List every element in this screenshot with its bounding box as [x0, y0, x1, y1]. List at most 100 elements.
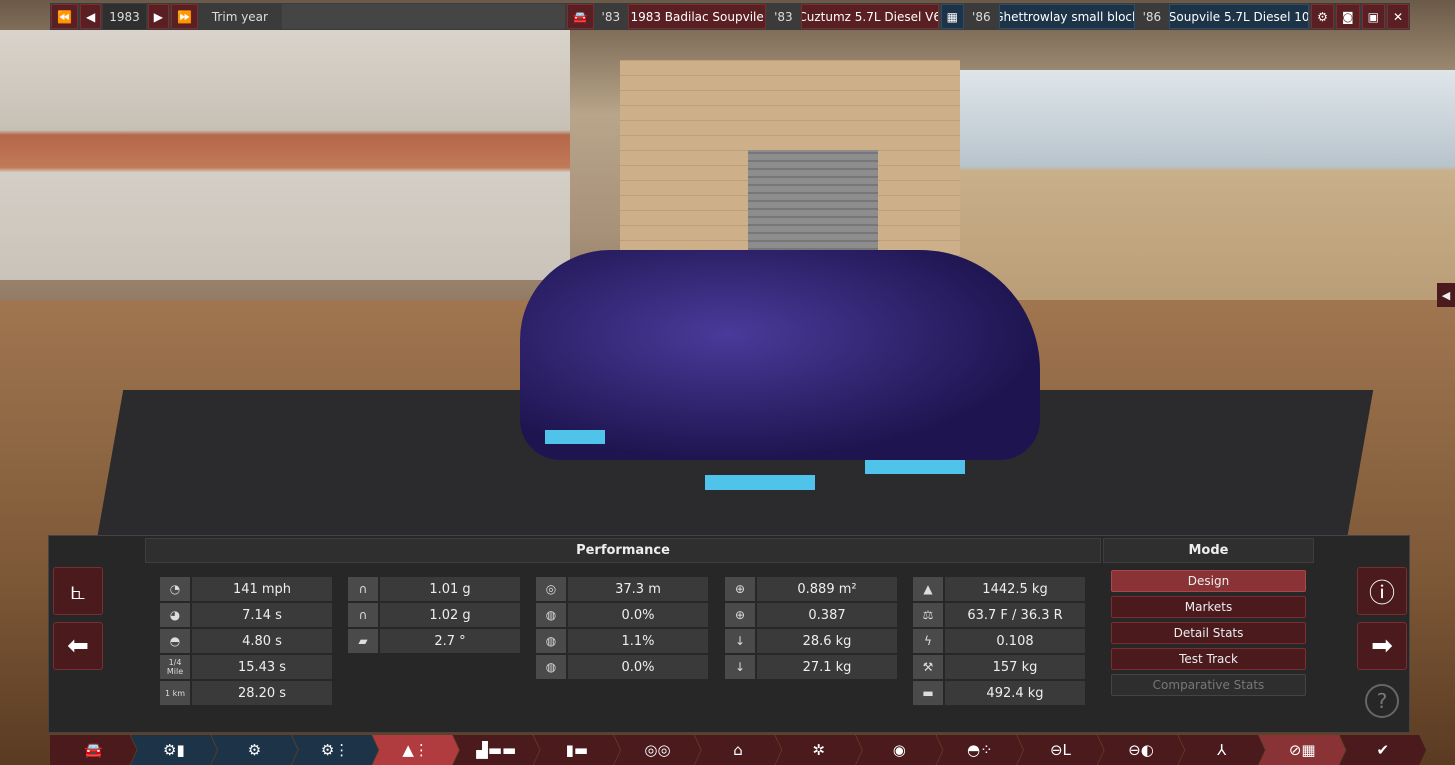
stat-row: ϟ 0.108	[913, 629, 1085, 653]
brake-fade-track-icon: ◍	[536, 629, 566, 653]
model-button[interactable]: 1983 Badilac Soupvile	[628, 4, 767, 29]
cornering-low-icon: ∩	[348, 577, 378, 601]
car-body-icon[interactable]: 🚘	[50, 735, 137, 765]
stat-row: ∩ 1.02 g	[348, 603, 520, 627]
car-model[interactable]	[520, 250, 1040, 460]
stat-value: 1.1%	[568, 629, 708, 653]
test-track-icon[interactable]: ⊘▦	[1258, 735, 1346, 765]
towing-icon: ▬	[913, 681, 943, 705]
payload-icon: ⚒	[913, 655, 943, 679]
body-roll-icon: ▰	[348, 629, 378, 653]
performance-header: Performance	[145, 538, 1101, 563]
stat-value: 0.0%	[568, 603, 708, 627]
stat-row: ⚒ 157 kg	[913, 655, 1085, 679]
brake-fade-steering-icon: ◍	[536, 603, 566, 627]
accel-0-60-icon: ◓	[160, 629, 190, 653]
drivetrain-icon[interactable]: ▮▬	[533, 735, 621, 765]
warning-icon[interactable]: ⓘ	[1357, 567, 1407, 615]
stat-value: 0.108	[945, 629, 1085, 653]
engine-tune-icon[interactable]: ⚙⋮	[291, 735, 379, 765]
stat-value: 1442.5 kg	[945, 577, 1085, 601]
save-icon[interactable]: ▣	[1361, 4, 1385, 29]
prev-year-button[interactable]: ◀	[79, 4, 102, 29]
front-downforce-icon: ↓	[725, 629, 755, 653]
stat-row: ⊕ 0.387	[725, 603, 897, 627]
finish-icon[interactable]: ✔	[1339, 735, 1427, 765]
family-year: '86	[966, 4, 997, 29]
stat-row: ◎ 37.3 m	[536, 577, 708, 601]
cornering-high-icon: ∩	[348, 603, 378, 627]
stat-row: 1 km 28.20 s	[160, 681, 332, 705]
first-year-button[interactable]: ⏪	[51, 4, 78, 29]
stat-row: ◍ 1.1%	[536, 629, 708, 653]
stat-row: ◓ 4.80 s	[160, 629, 332, 653]
mode-detail-stats-button[interactable]: Detail Stats	[1111, 622, 1306, 644]
weight-distribution-icon: ⚖	[913, 603, 943, 627]
stat-value: 28.20 s	[192, 681, 332, 705]
stat-row: ▬ 492.4 kg	[913, 681, 1085, 705]
aero-icon[interactable]: ◓⁘	[936, 735, 1024, 765]
mode-test-track-button[interactable]: Test Track	[1111, 648, 1306, 670]
mode-comparative-stats-button[interactable]: Comparative Stats	[1111, 674, 1306, 696]
design-stage-toolbar: 🚘 ⚙▮ ⚙ ⚙⋮ ▲⋮ ▟▬▬ ▮▬ ◎◎ ⌂ ✲ ◉ ◓⁘ ⊖L ⊖◐ ⅄ ⊘▦ ✔	[50, 735, 1427, 765]
fuel-icon[interactable]: ⅄	[1178, 735, 1265, 765]
car-engine-select-icon[interactable]: ▲⋮	[372, 735, 459, 765]
safety-icon[interactable]: ⊖◐	[1097, 735, 1185, 765]
engine-family-button[interactable]: Ghettrowlay small block	[998, 4, 1135, 29]
braking-distance-icon: ◎	[536, 577, 566, 601]
brake-fade-tow-icon: ◍	[536, 655, 566, 679]
graph-axes-icon[interactable]: ⦜	[53, 567, 103, 615]
stat-row: ◍ 0.0%	[536, 603, 708, 627]
car-lift	[545, 430, 965, 490]
camera-icon[interactable]: ◙	[1335, 4, 1360, 29]
stat-row: ⚖ 63.7 F / 36.3 R	[913, 603, 1085, 627]
help-icon[interactable]: ?	[1365, 684, 1399, 718]
engine-button[interactable]: Cuztumz 5.7L Diesel V6	[800, 4, 939, 29]
next-arrow-button[interactable]: ➡	[1357, 622, 1407, 670]
rear-downforce-icon: ↓	[725, 655, 755, 679]
stat-value: 2.7 °	[380, 629, 520, 653]
stat-row: ▲ 1442.5 kg	[913, 577, 1085, 601]
side-panel-toggle-icon[interactable]: ◀	[1437, 283, 1455, 307]
engine-block-icon[interactable]: ⚙▮	[130, 735, 218, 765]
garage-wall-left	[0, 30, 570, 280]
interior-icon[interactable]: ⊖L	[1017, 735, 1104, 765]
back-arrow-button[interactable]: ⬅	[53, 622, 103, 670]
chassis-icon[interactable]: ▟▬▬	[452, 735, 540, 765]
car-icon[interactable]: 🚘	[566, 4, 594, 29]
last-year-button[interactable]: ⏩	[170, 4, 198, 29]
engine-heads-icon[interactable]: ⚙	[211, 735, 298, 765]
mode-markets-button[interactable]: Markets	[1111, 596, 1306, 618]
stat-value: 0.387	[757, 603, 897, 627]
stat-value: 37.3 m	[568, 577, 708, 601]
mode-header: Mode	[1103, 538, 1314, 563]
frontal-area-icon: ⊕	[725, 577, 755, 601]
stat-value: 492.4 kg	[945, 681, 1085, 705]
mode-design-button[interactable]: Design	[1111, 570, 1306, 592]
engine-icon[interactable]: ▦	[940, 4, 965, 29]
stat-row: ↓ 27.1 kg	[725, 655, 897, 679]
stat-row: ◔ 141 mph	[160, 577, 332, 601]
settings-gear-icon[interactable]: ⚙	[1311, 4, 1334, 29]
headlights-icon[interactable]: ◎◎	[614, 735, 701, 765]
stat-value: 15.43 s	[192, 655, 332, 679]
engine-variant-button[interactable]: Soupvile 5.7L Diesel 10	[1169, 4, 1310, 29]
year-field[interactable]: 1983	[103, 4, 146, 29]
weight-icon: ▲	[913, 577, 943, 601]
accel-0-100-icon: ◕	[160, 603, 190, 627]
suspension-icon[interactable]: ⌂	[694, 735, 782, 765]
wheels-icon[interactable]: ✲	[775, 735, 862, 765]
stat-value: 27.1 kg	[757, 655, 897, 679]
brakes-icon[interactable]: ◉	[855, 735, 943, 765]
close-icon[interactable]: ✕	[1386, 4, 1409, 29]
stat-value: 1.02 g	[380, 603, 520, 627]
stat-value: 0.0%	[568, 655, 708, 679]
stat-row: ⊕ 0.889 m²	[725, 577, 897, 601]
next-year-button[interactable]: ▶	[147, 4, 169, 29]
stat-value: 7.14 s	[192, 603, 332, 627]
top-speed-icon: ◔	[160, 577, 190, 601]
stat-row: 1/4 Mile 15.43 s	[160, 655, 332, 679]
stat-value: 4.80 s	[192, 629, 332, 653]
performance-panel: Performance Mode ⦜ ⬅ ⓘ ➡ ? ◔ 141 mph ◕ 7.14…	[48, 535, 1410, 733]
drag-coefficient-icon: ⊕	[725, 603, 755, 627]
